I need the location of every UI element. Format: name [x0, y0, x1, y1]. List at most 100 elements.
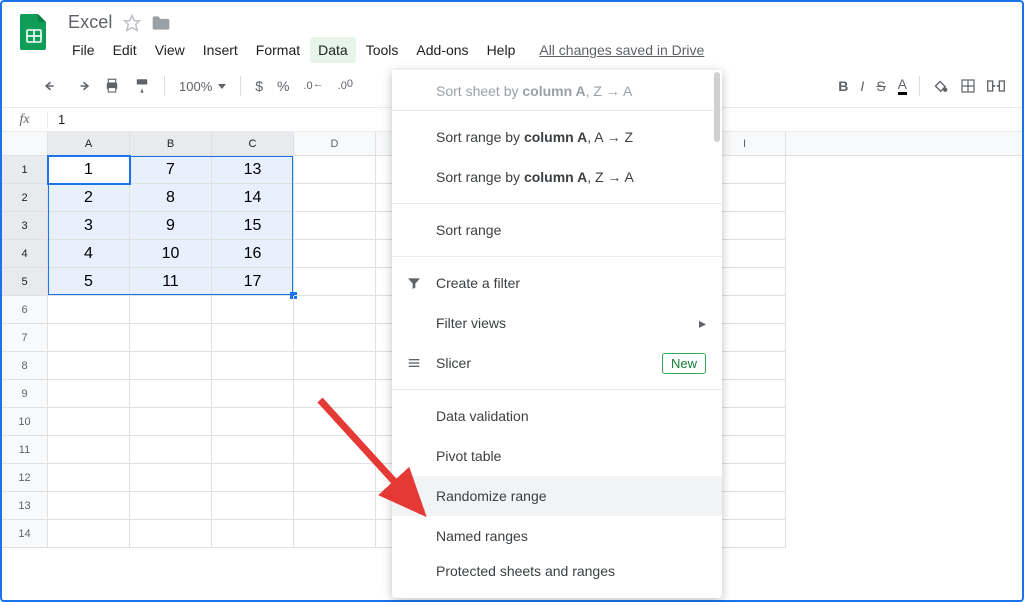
menu-sort-range-za[interactable]: Sort range by column A, Z → A [392, 157, 722, 197]
cell[interactable]: 7 [130, 156, 212, 184]
select-all-corner[interactable] [2, 132, 48, 155]
cell[interactable]: 4 [48, 240, 130, 268]
merge-cells-button[interactable] [982, 73, 1010, 99]
menu-sort-range-az[interactable]: Sort range by column A, A → Z [392, 117, 722, 157]
menu-sort-sheet-za[interactable]: Sort sheet by column A, Z → A [392, 78, 722, 104]
col-header-A[interactable]: A [48, 132, 130, 155]
star-icon[interactable] [123, 14, 141, 32]
menu-edit[interactable]: Edit [105, 37, 145, 63]
row-header[interactable]: 7 [2, 324, 48, 352]
cell[interactable] [130, 464, 212, 492]
increase-decimal-button[interactable]: .00 [332, 73, 359, 99]
cell[interactable] [212, 324, 294, 352]
menu-insert[interactable]: Insert [195, 37, 246, 63]
cell[interactable] [294, 380, 376, 408]
decrease-decimal-button[interactable]: .0← [298, 73, 330, 99]
italic-button[interactable]: I [854, 73, 870, 99]
cell[interactable] [294, 436, 376, 464]
menu-data[interactable]: Data [310, 37, 356, 63]
cell[interactable] [48, 464, 130, 492]
cell[interactable]: 15 [212, 212, 294, 240]
bold-button[interactable]: B [832, 73, 854, 99]
cell[interactable]: 17 [212, 268, 294, 296]
doc-title[interactable]: Excel [68, 12, 113, 33]
menu-data-validation[interactable]: Data validation [392, 396, 722, 436]
menu-addons[interactable]: Add-ons [408, 37, 476, 63]
row-header[interactable]: 12 [2, 464, 48, 492]
cell[interactable] [48, 324, 130, 352]
row-header[interactable]: 8 [2, 352, 48, 380]
menu-sort-range[interactable]: Sort range [392, 210, 722, 250]
cell[interactable]: 16 [212, 240, 294, 268]
cell[interactable] [48, 380, 130, 408]
cell[interactable] [212, 436, 294, 464]
cell[interactable]: 3 [48, 212, 130, 240]
cell[interactable]: 8 [130, 184, 212, 212]
cell[interactable] [212, 492, 294, 520]
cell[interactable] [294, 240, 376, 268]
text-color-button[interactable]: A [892, 73, 913, 99]
cell[interactable] [294, 408, 376, 436]
row-header[interactable]: 11 [2, 436, 48, 464]
menu-slicer[interactable]: Slicer New [392, 343, 722, 383]
row-header[interactable]: 3 [2, 212, 48, 240]
zoom-select[interactable]: 100% [173, 79, 232, 94]
cell[interactable] [130, 352, 212, 380]
fill-color-button[interactable] [926, 73, 954, 99]
cell[interactable] [130, 520, 212, 548]
cell[interactable] [48, 436, 130, 464]
cell[interactable] [294, 268, 376, 296]
col-header-B[interactable]: B [130, 132, 212, 155]
cell[interactable] [294, 464, 376, 492]
col-header-C[interactable]: C [212, 132, 294, 155]
undo-button[interactable] [38, 73, 66, 99]
fx-value[interactable]: 1 [48, 112, 65, 127]
percent-button[interactable]: % [271, 73, 295, 99]
menu-format[interactable]: Format [248, 37, 308, 63]
cell[interactable] [294, 184, 376, 212]
cell[interactable]: 10 [130, 240, 212, 268]
row-header[interactable]: 13 [2, 492, 48, 520]
redo-button[interactable] [68, 73, 96, 99]
menu-create-filter[interactable]: Create a filter [392, 263, 722, 303]
cell[interactable] [294, 212, 376, 240]
currency-button[interactable]: $ [249, 73, 269, 99]
menu-protected-sheets[interactable]: Protected sheets and ranges [392, 556, 722, 586]
paint-format-button[interactable] [128, 73, 156, 99]
menu-file[interactable]: File [64, 37, 103, 63]
cell[interactable] [48, 408, 130, 436]
borders-button[interactable] [954, 73, 982, 99]
row-header[interactable]: 2 [2, 184, 48, 212]
sheets-logo[interactable] [14, 12, 54, 52]
row-header[interactable]: 9 [2, 380, 48, 408]
menu-view[interactable]: View [147, 37, 193, 63]
row-header[interactable]: 4 [2, 240, 48, 268]
cell[interactable] [48, 520, 130, 548]
cell[interactable]: 1 [48, 156, 130, 184]
cell[interactable] [212, 520, 294, 548]
cell[interactable] [130, 296, 212, 324]
print-button[interactable] [98, 73, 126, 99]
menu-filter-views[interactable]: Filter views ▸ [392, 303, 722, 343]
row-header[interactable]: 1 [2, 156, 48, 184]
cell[interactable] [294, 520, 376, 548]
cell[interactable] [48, 296, 130, 324]
cell[interactable] [294, 324, 376, 352]
cell[interactable]: 2 [48, 184, 130, 212]
cell[interactable] [212, 352, 294, 380]
strikethrough-button[interactable]: S [870, 73, 891, 99]
cell[interactable]: 9 [130, 212, 212, 240]
cell[interactable] [48, 492, 130, 520]
row-header[interactable]: 6 [2, 296, 48, 324]
row-header[interactable]: 10 [2, 408, 48, 436]
cell[interactable] [294, 156, 376, 184]
cell[interactable] [130, 380, 212, 408]
cell[interactable] [294, 492, 376, 520]
menu-help[interactable]: Help [479, 37, 524, 63]
menu-tools[interactable]: Tools [358, 37, 407, 63]
menu-randomize-range[interactable]: Randomize range [392, 476, 722, 516]
cell[interactable]: 13 [212, 156, 294, 184]
row-header[interactable]: 14 [2, 520, 48, 548]
row-header[interactable]: 5 [2, 268, 48, 296]
cell[interactable] [130, 436, 212, 464]
